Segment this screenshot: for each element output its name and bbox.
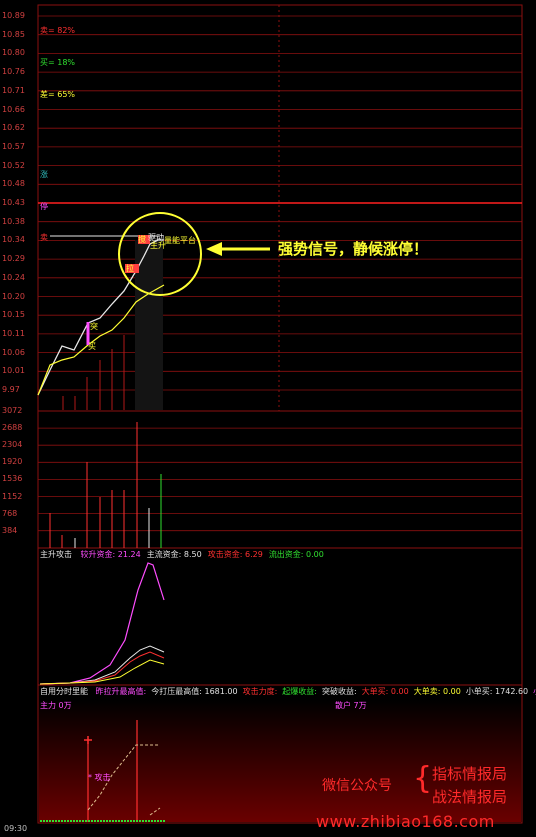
price-tick-label: 10.43 (2, 198, 25, 207)
intraday-chart-window: 10.89 10.85 10.80 10.76 10.71 10.66 10.62 10.57… (0, 0, 536, 837)
price-tick-label: 10.89 (2, 11, 25, 20)
indicator1-item: 主流资金: 8.50 (146, 550, 202, 559)
buy-pct: 买= 18% (40, 58, 76, 67)
sell-pct: 卖= 82% (40, 26, 76, 35)
indicator2-item: 突破收益: (321, 687, 357, 696)
price-tick-label: 10.62 (2, 123, 25, 133)
price-tick-label: 10.76 (2, 67, 25, 77)
volume-gridlines (38, 410, 522, 532)
annotation-arrow-head (206, 242, 222, 256)
watermark-bracket: { (413, 761, 433, 796)
price-panel-frame (37, 4, 523, 412)
indicator1-item: 较升资金: 21.24 (80, 550, 141, 559)
main-force-label: 主力 0万 (40, 701, 72, 710)
indicator2-item: 起爆收益: (282, 687, 317, 696)
ind1-yellow-line (39, 659, 165, 685)
indicator1-item: 流出资金: 0.00 (268, 550, 324, 559)
volume-tick-label: 2304 (2, 440, 23, 450)
indicator2-item: 昨拉升最高值: (95, 687, 147, 696)
side-label-sell: 卖 (40, 233, 48, 242)
attack-label: * 攻击 (88, 773, 111, 782)
indicator2-item: 大单卖: 0.00 (413, 687, 461, 696)
price-tick-label: 10.71 (2, 85, 25, 95)
indicator1-title: 主升攻击 (40, 550, 72, 559)
ind1-red-line (39, 651, 165, 685)
retail-label: 散户 7万 (335, 701, 367, 710)
indicator2-item: 大单买: 0.00 (361, 687, 409, 696)
ind1-white-line (39, 645, 165, 685)
time-label: 09:30 (4, 824, 28, 833)
marker-sudden: 突 (90, 322, 98, 331)
ind1-magenta-line (39, 562, 165, 685)
watermark-url: www.zhibiao168.com (316, 812, 495, 831)
volume-tick-label: 768 (2, 508, 18, 518)
price-tick-label: 10.11 (2, 328, 25, 338)
price-tick-label: 10.66 (2, 104, 25, 114)
marker-pull: 拉 (126, 264, 134, 273)
indicator1-header: 主升攻击 较升资金: 21.24 主流资金: 8.50 攻击资金: 6.29 流出资金… (40, 550, 324, 560)
watermark-public: 微信公众号 (322, 778, 392, 794)
price-tick-label: 10.34 (2, 235, 25, 245)
volume-tick-label: 1920 (2, 457, 23, 467)
marker-drive: 驱动 (148, 233, 164, 242)
volume-tick-label: 1152 (2, 491, 23, 501)
marker-buy: 买 (88, 342, 96, 351)
price-tick-label: 10.80 (2, 48, 25, 58)
price-tick-label: 10.20 (2, 291, 25, 301)
indicator2-title: 自用分时里能 (40, 687, 88, 696)
price-tick-label: 10.15 (2, 310, 25, 320)
indicator2-item: 攻击力度: (242, 687, 278, 696)
marker-volume-platform: 量能平台 (164, 236, 196, 245)
price-tick-label: 10.57 (2, 141, 25, 151)
watermark-line2: 战法情报局 (432, 788, 508, 806)
price-tick-label: 10.48 (2, 179, 25, 189)
marker-stir: 搅 (138, 235, 146, 244)
indicator1-item: 攻击资金: 6.29 (207, 550, 263, 559)
watermark-line1: 指标情报局 (432, 765, 508, 783)
annotation-text: 强势信号，静候涨停！ (278, 240, 429, 258)
side-label-stop: 停 (40, 202, 48, 211)
diff-pct: 差= 65% (40, 90, 76, 99)
volume-bars (49, 422, 162, 548)
volume-tick-label: 3072 (2, 406, 23, 415)
price-tick-label: 10.01 (2, 366, 25, 376)
price-gridlines (38, 15, 522, 391)
indicator2-header: 自用分时里能 昨拉升最高值: 今打压最高值: 1681.00 攻击力度: 起爆收益: 突… (40, 687, 536, 697)
volume-tick-label: 1536 (2, 474, 23, 484)
price-tick-label: 10.24 (2, 272, 25, 282)
price-tick-label: 10.29 (2, 254, 25, 264)
volume-tick-label: 384 (2, 525, 18, 535)
price-tick-label: 9.97 (2, 385, 20, 394)
indicator2-item: 小单买: 1742.60 (465, 687, 529, 696)
attack-label-text: 攻击 (94, 773, 111, 782)
indicator2-items: 昨拉升最高值: 今打压最高值: 1681.00 攻击力度: 起爆收益: 突破收益: 大单买… (91, 687, 536, 696)
price-tick-label: 10.06 (2, 347, 25, 357)
chart-canvas (37, 4, 523, 824)
price-tick-label: 10.52 (2, 160, 25, 170)
volume-tick-label: 2688 (2, 423, 23, 433)
indicator1-items: 较升资金: 21.24 主流资金: 8.50 攻击资金: 6.29 流出资金: 0.0… (75, 550, 324, 559)
price-tick-label: 10.85 (2, 29, 25, 39)
price-tick-label: 10.38 (2, 216, 25, 226)
side-label-rise: 涨 (40, 170, 48, 179)
indicator2-item: 今打压最高值: 1681.00 (151, 687, 238, 696)
